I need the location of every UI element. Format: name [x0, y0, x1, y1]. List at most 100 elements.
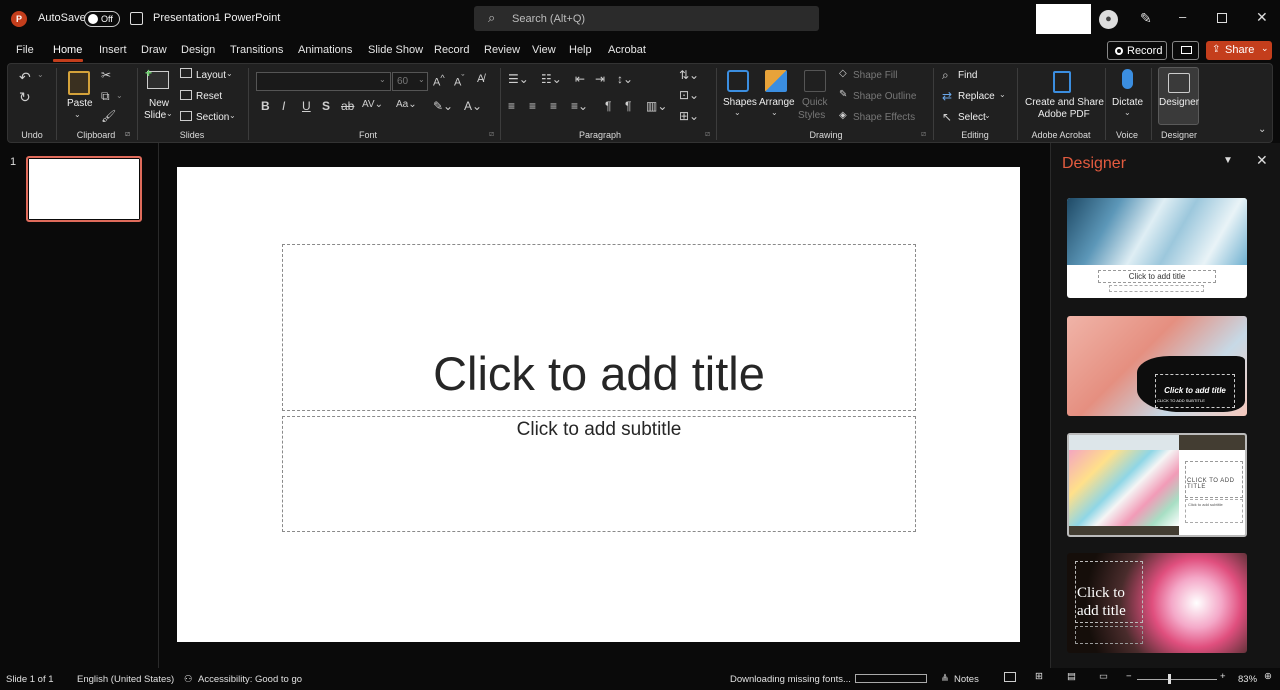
arrange-button[interactable]: Arrange: [759, 97, 795, 108]
align-right-icon[interactable]: ≡: [550, 99, 557, 113]
account-name-box[interactable]: [1036, 4, 1091, 34]
arrange-dropdown-icon[interactable]: ⌄: [771, 108, 778, 117]
design-idea-1[interactable]: Click to add title: [1067, 198, 1247, 298]
fit-slide-icon[interactable]: ⊕: [1264, 671, 1272, 682]
numbering-icon[interactable]: ☷⌄: [541, 72, 562, 86]
strikethrough-icon[interactable]: ab: [341, 99, 354, 113]
designer-button[interactable]: [1158, 67, 1199, 125]
font-size-dropdown-icon[interactable]: ⌄: [418, 75, 425, 84]
paragraph-launcher-icon[interactable]: ⧄: [705, 129, 710, 139]
drawing-launcher-icon[interactable]: ⧄: [921, 129, 926, 139]
align-left-icon[interactable]: ≡: [508, 99, 515, 113]
design-idea-4[interactable]: Click to add title: [1067, 553, 1247, 653]
share-button[interactable]: ⇪ Share ⌄: [1206, 41, 1272, 60]
accessibility-status[interactable]: Accessibility: Good to go: [198, 674, 302, 685]
section-button[interactable]: Section: [196, 112, 229, 123]
zoom-level[interactable]: 83%: [1238, 674, 1257, 685]
shapes-icon[interactable]: [727, 70, 749, 92]
quick-styles-icon[interactable]: [804, 70, 826, 92]
pen-icon[interactable]: ✎: [1140, 10, 1152, 27]
layout-icon[interactable]: [180, 68, 192, 78]
shadow-icon[interactable]: S: [322, 99, 330, 113]
decrease-font-icon[interactable]: Aˇ: [454, 73, 464, 89]
zoom-in-icon[interactable]: +: [1220, 671, 1226, 682]
microphone-icon[interactable]: [1122, 69, 1133, 89]
find-icon[interactable]: ⌕: [942, 68, 949, 83]
menu-transitions[interactable]: Transitions: [230, 44, 283, 56]
font-name-dropdown-icon[interactable]: ⌄: [379, 75, 386, 84]
new-slide-label-1[interactable]: New: [149, 98, 169, 109]
select-dropdown-icon[interactable]: ⌄: [984, 111, 991, 120]
quick-styles-label-1[interactable]: Quick: [802, 97, 828, 108]
reset-icon[interactable]: [180, 90, 192, 100]
font-name-input[interactable]: ⌄: [256, 72, 391, 91]
smartart-icon[interactable]: ⊞⌄: [679, 109, 699, 123]
subtitle-placeholder[interactable]: Click to add subtitle: [282, 416, 916, 532]
design-idea-3[interactable]: CLICK TO ADD TITLE Click to add subtitle: [1067, 433, 1247, 537]
menu-home[interactable]: Home: [53, 44, 82, 56]
create-share-label-2[interactable]: Adobe PDF: [1038, 109, 1090, 120]
undo-icon[interactable]: ↶: [19, 69, 31, 86]
zoom-slider-thumb[interactable]: [1168, 674, 1171, 684]
menu-insert[interactable]: Insert: [99, 44, 127, 56]
change-case-icon[interactable]: Aa⌄: [396, 99, 417, 110]
quick-styles-label-2[interactable]: Styles: [798, 110, 825, 121]
align-center-icon[interactable]: ≡: [529, 99, 536, 113]
shapes-button[interactable]: Shapes: [723, 97, 757, 108]
select-icon[interactable]: ↖: [942, 110, 952, 124]
italic-icon[interactable]: I: [282, 99, 285, 113]
restore-icon[interactable]: [1217, 13, 1227, 23]
shape-outline-icon[interactable]: ✎: [839, 89, 847, 100]
notes-icon[interactable]: ≜: [941, 674, 949, 685]
notes-button[interactable]: Notes: [954, 674, 979, 685]
section-icon[interactable]: [180, 111, 192, 121]
font-size-input[interactable]: 60 ⌄: [392, 72, 428, 91]
menu-view[interactable]: View: [532, 44, 556, 56]
reset-button[interactable]: Reset: [196, 91, 222, 102]
layout-button[interactable]: Layout: [196, 70, 226, 81]
dictate-dropdown-icon[interactable]: ⌄: [1124, 108, 1131, 117]
select-button[interactable]: Select: [958, 112, 986, 123]
increase-indent-icon[interactable]: ⇥: [595, 72, 605, 86]
layout-dropdown-icon[interactable]: ⌄: [226, 69, 233, 78]
shape-fill-icon[interactable]: ◇: [839, 68, 847, 79]
justify-icon[interactable]: ≡⌄: [571, 99, 588, 113]
shape-effects-icon[interactable]: ◈: [839, 110, 847, 121]
designer-button-label[interactable]: Designer: [1159, 97, 1199, 108]
format-painter-icon[interactable]: 🖌: [101, 109, 116, 123]
minimize-icon[interactable]: –: [1179, 9, 1186, 24]
shape-fill-button[interactable]: Shape Fill: [853, 70, 897, 81]
columns-icon[interactable]: ▥⌄: [646, 99, 667, 113]
search-box[interactable]: ⌕ Search (Alt+Q): [474, 6, 819, 31]
title-placeholder[interactable]: Click to add title: [282, 244, 916, 411]
menu-file[interactable]: File: [16, 44, 34, 56]
paste-dropdown-icon[interactable]: ⌄: [74, 110, 81, 119]
paste-label[interactable]: Paste: [67, 98, 93, 109]
redo-icon[interactable]: ↻: [19, 89, 31, 106]
new-slide-label-2[interactable]: Slide: [144, 110, 166, 121]
character-spacing-icon[interactable]: AV⌄: [362, 99, 383, 110]
normal-view-icon[interactable]: [1004, 672, 1016, 682]
comments-button[interactable]: [1172, 41, 1199, 60]
menu-design[interactable]: Design: [181, 44, 215, 56]
close-icon[interactable]: ✕: [1256, 9, 1268, 26]
line-spacing-icon[interactable]: ↕⌄: [617, 72, 633, 86]
rtl-icon[interactable]: ¶: [605, 99, 611, 113]
designer-close-icon[interactable]: ✕: [1256, 152, 1268, 169]
zoom-out-icon[interactable]: −: [1126, 671, 1132, 682]
increase-font-icon[interactable]: A^: [433, 73, 445, 89]
copy-dropdown-icon[interactable]: ⌄: [116, 91, 123, 100]
find-button[interactable]: Find: [958, 70, 977, 81]
menu-help[interactable]: Help: [569, 44, 592, 56]
replace-dropdown-icon[interactable]: ⌄: [999, 90, 1006, 99]
menu-animations[interactable]: Animations: [298, 44, 352, 56]
text-direction-icon[interactable]: ⇅⌄: [679, 68, 699, 82]
arrange-icon[interactable]: [765, 70, 787, 92]
replace-icon[interactable]: ⇄: [942, 89, 952, 103]
slide-show-icon[interactable]: ▭: [1099, 671, 1108, 682]
save-icon[interactable]: [130, 12, 143, 25]
autosave-toggle[interactable]: Off: [84, 11, 120, 27]
slide-sorter-icon[interactable]: ⊞: [1035, 671, 1043, 682]
ribbon-collapse-icon[interactable]: ⌄: [1258, 124, 1266, 135]
bullets-icon[interactable]: ☰⌄: [508, 72, 529, 86]
